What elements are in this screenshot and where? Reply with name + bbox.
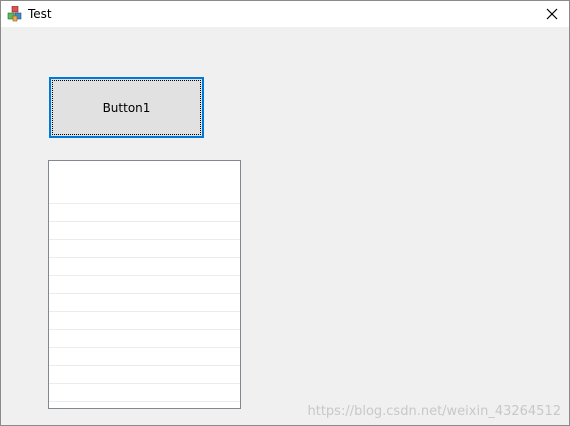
- close-button[interactable]: [535, 1, 569, 27]
- list-item[interactable]: [49, 221, 240, 239]
- close-icon: [546, 8, 558, 20]
- list-item[interactable]: [49, 365, 240, 383]
- list-item[interactable]: [49, 275, 240, 293]
- app-cubes-icon: [7, 5, 23, 22]
- title-bar[interactable]: Test: [1, 1, 569, 27]
- window-title: Test: [28, 7, 52, 21]
- list-item[interactable]: [49, 401, 240, 408]
- list-item[interactable]: [49, 311, 240, 329]
- list-item[interactable]: [49, 383, 240, 401]
- list-box[interactable]: [48, 160, 241, 409]
- list-item[interactable]: [49, 347, 240, 365]
- list-item[interactable]: [49, 257, 240, 275]
- list-item[interactable]: [49, 293, 240, 311]
- watermark-text: https://blog.csdn.net/weixin_43264512: [307, 404, 561, 419]
- list-rows: [49, 203, 240, 408]
- button1[interactable]: Button1: [49, 77, 204, 138]
- app-window: Test Button1 https://blog.csdn.net/weixi…: [0, 0, 570, 426]
- list-item[interactable]: [49, 239, 240, 257]
- list-item[interactable]: [49, 329, 240, 347]
- form-client-area: Button1 https://blog.csdn.net/weixin_432…: [1, 27, 569, 425]
- list-item[interactable]: [49, 203, 240, 221]
